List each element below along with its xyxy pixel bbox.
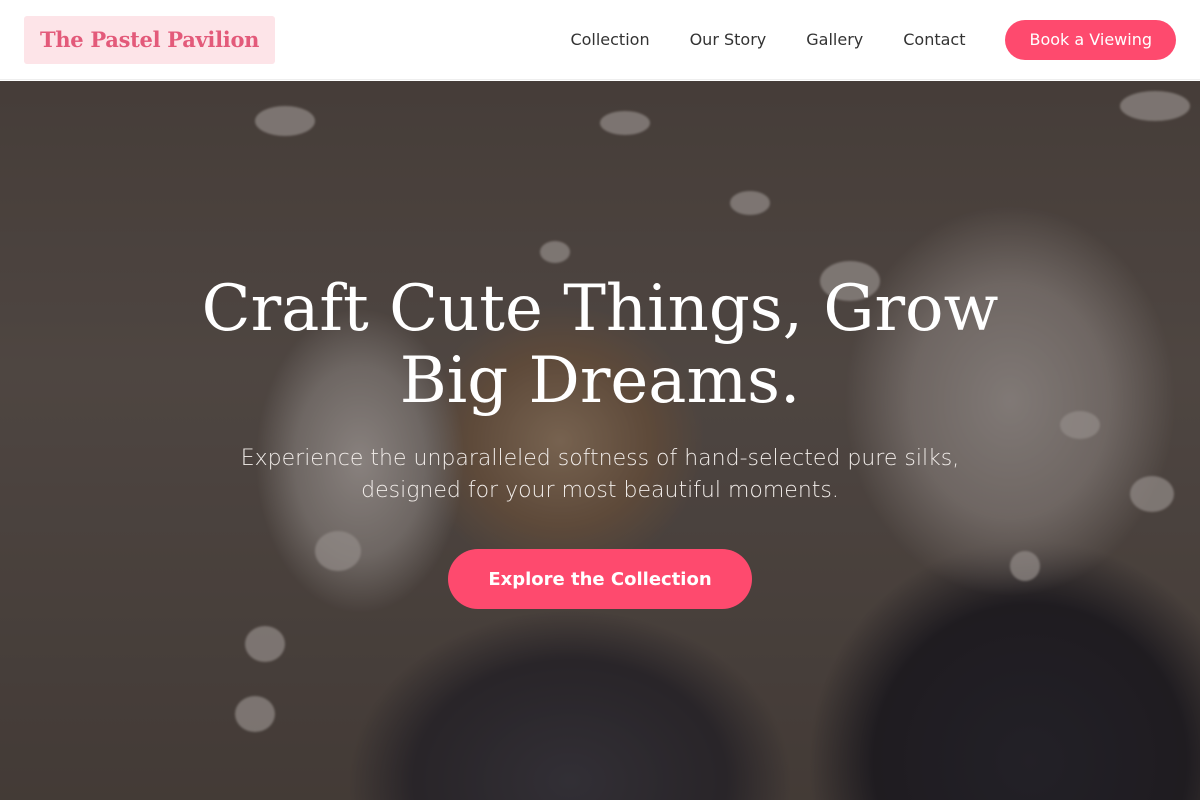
site-logo[interactable]: The Pastel Pavilion xyxy=(24,15,276,64)
book-viewing-button[interactable]: Book a Viewing xyxy=(1005,19,1176,60)
hero-section: Craft Cute Things, Grow Big Dreams. Expe… xyxy=(0,81,1200,800)
nav-link-our-story[interactable]: Our Story xyxy=(690,30,767,49)
hero-subtitle: Experience the unparalleled softness of … xyxy=(240,446,960,503)
nav-link-contact[interactable]: Contact xyxy=(903,30,965,49)
explore-collection-button[interactable]: Explore the Collection xyxy=(448,549,752,609)
nav-link-collection[interactable]: Collection xyxy=(570,30,649,49)
nav-link-gallery[interactable]: Gallery xyxy=(806,30,863,49)
hero-title: Craft Cute Things, Grow Big Dreams. xyxy=(201,272,999,418)
brand-name: The Pastel Pavilion xyxy=(40,27,260,52)
top-navigation-bar: The Pastel Pavilion Collection Our Story… xyxy=(0,0,1200,80)
main-nav: Collection Our Story Gallery Contact Boo… xyxy=(570,19,1176,60)
hero-content: Craft Cute Things, Grow Big Dreams. Expe… xyxy=(0,81,1200,800)
